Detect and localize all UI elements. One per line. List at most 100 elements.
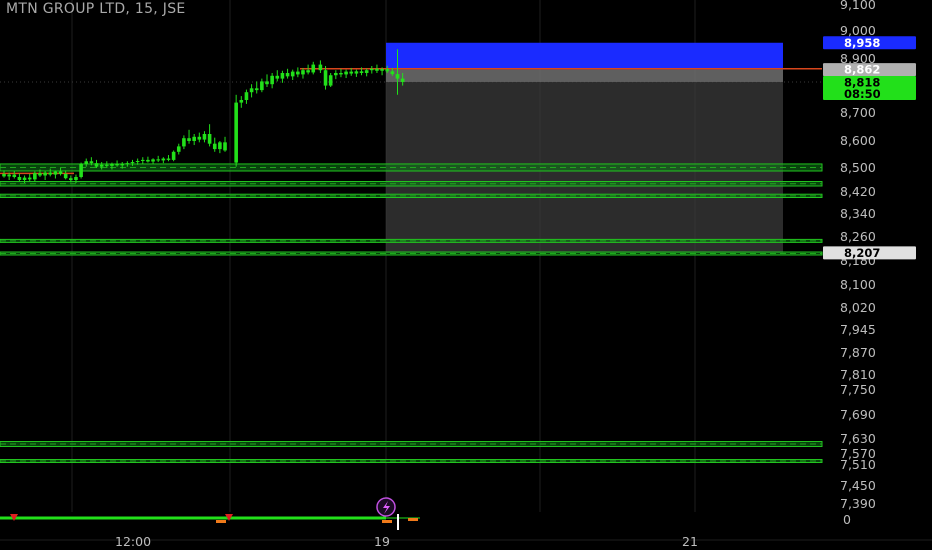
candle-body [38, 173, 42, 176]
candle-body [161, 158, 166, 161]
price-tick-label: 7,630 [840, 431, 876, 446]
candle-body [120, 164, 125, 166]
candle-body [176, 146, 181, 152]
price-tick-label: 7,390 [840, 496, 876, 511]
price-tick-label: 7,810 [840, 367, 876, 382]
candle-body [301, 70, 305, 75]
candle-body [323, 70, 328, 86]
candle-body [12, 174, 17, 177]
candle-body [249, 88, 254, 93]
indicator-orange-marker [382, 520, 392, 523]
candle-body [187, 138, 191, 141]
position-stop-zone [386, 69, 783, 253]
candle-body [354, 71, 359, 74]
countdown-label: 08:50 [844, 87, 881, 101]
time-tick-label: 19 [374, 534, 390, 549]
indicator-orange-marker [408, 518, 418, 521]
candle-body [63, 174, 68, 179]
candle-body [359, 71, 364, 73]
chart-title: MTN GROUP LTD, 15, JSE [6, 1, 186, 17]
price-tag-label: 8,207 [844, 246, 880, 260]
price-tick-label: 8,700 [840, 105, 876, 120]
candle-body [280, 73, 285, 79]
candle-body [344, 71, 348, 75]
candle-body [27, 177, 32, 180]
candle-body [43, 172, 47, 176]
price-tick-label: 7,450 [840, 478, 876, 493]
candle-body [270, 75, 274, 85]
candle-body [328, 75, 333, 86]
price-tick-label: 7,750 [840, 382, 876, 397]
price-tick-label: 8,260 [840, 229, 876, 244]
indicator-zero-label: 0 [843, 512, 851, 527]
candle-body [395, 74, 400, 79]
candle-body [218, 142, 222, 150]
candle-body [182, 138, 186, 147]
candle-body [370, 68, 374, 71]
candle-body [48, 172, 53, 175]
candle-body [7, 174, 11, 177]
candle-body [254, 88, 259, 91]
candle-body [385, 69, 390, 72]
candle-body [285, 73, 290, 77]
candle-body [58, 171, 63, 174]
long-position-tool [386, 42, 783, 253]
price-tag-label: 8,958 [844, 36, 880, 50]
candle-body [311, 64, 316, 73]
candle-body [2, 174, 6, 177]
candle-body [99, 164, 104, 167]
candle-body [197, 136, 202, 140]
price-tick-label: 7,510 [840, 457, 876, 472]
candle-body [166, 158, 171, 160]
price-tick-label: 7,870 [840, 345, 876, 360]
candle-body [115, 163, 119, 166]
price-tick-label: 8,420 [840, 184, 876, 199]
candle-body [334, 73, 338, 76]
candle-body [290, 71, 295, 77]
candle-body [89, 161, 94, 164]
candle-body [84, 161, 89, 164]
candle-body [380, 69, 384, 71]
candle-body [375, 68, 379, 71]
candle-body [202, 134, 207, 140]
position-open-pnl [386, 69, 783, 82]
candle-body [339, 73, 343, 75]
candle-body [318, 64, 323, 71]
candle-body [79, 163, 83, 177]
candle-body [151, 159, 155, 162]
candle-body [146, 159, 150, 162]
candle-body [53, 171, 58, 175]
price-tick-label: 8,500 [840, 160, 876, 175]
candle-body [296, 71, 300, 75]
candle-body [265, 81, 269, 85]
candle-body [156, 159, 160, 161]
time-axis: 12:00 19 21 [115, 534, 698, 549]
candle-body [135, 160, 140, 163]
candle-body [105, 164, 109, 166]
candle-body [400, 78, 405, 82]
price-tick-label: 9,100 [840, 0, 876, 12]
candle-body [94, 163, 99, 167]
candle-body [17, 177, 22, 180]
candle-body [130, 162, 135, 164]
price-tick-label: 8,340 [840, 206, 876, 221]
price-tick-label: 7,945 [840, 322, 876, 337]
candle-body [306, 70, 310, 73]
price-tick-label: 8,020 [840, 300, 876, 315]
candle-body [212, 143, 217, 150]
price-tick-label: 8,600 [840, 133, 876, 148]
candle-body [171, 151, 176, 160]
candle-body [364, 70, 369, 73]
candle-body [390, 71, 395, 75]
candle-body [69, 178, 73, 180]
candle-body [192, 136, 196, 141]
price-chart[interactable]: 9,1009,0008,9008,8008,7008,6008,5008,420… [0, 0, 932, 550]
time-tick-label: 12:00 [115, 534, 151, 549]
time-tick-label: 21 [682, 534, 698, 549]
candle-body [125, 163, 130, 165]
price-tick-label: 7,690 [840, 407, 876, 422]
candle-body [223, 142, 227, 151]
candle-body [275, 75, 280, 79]
price-tick-label: 8,100 [840, 277, 876, 292]
candle-body [234, 102, 238, 163]
